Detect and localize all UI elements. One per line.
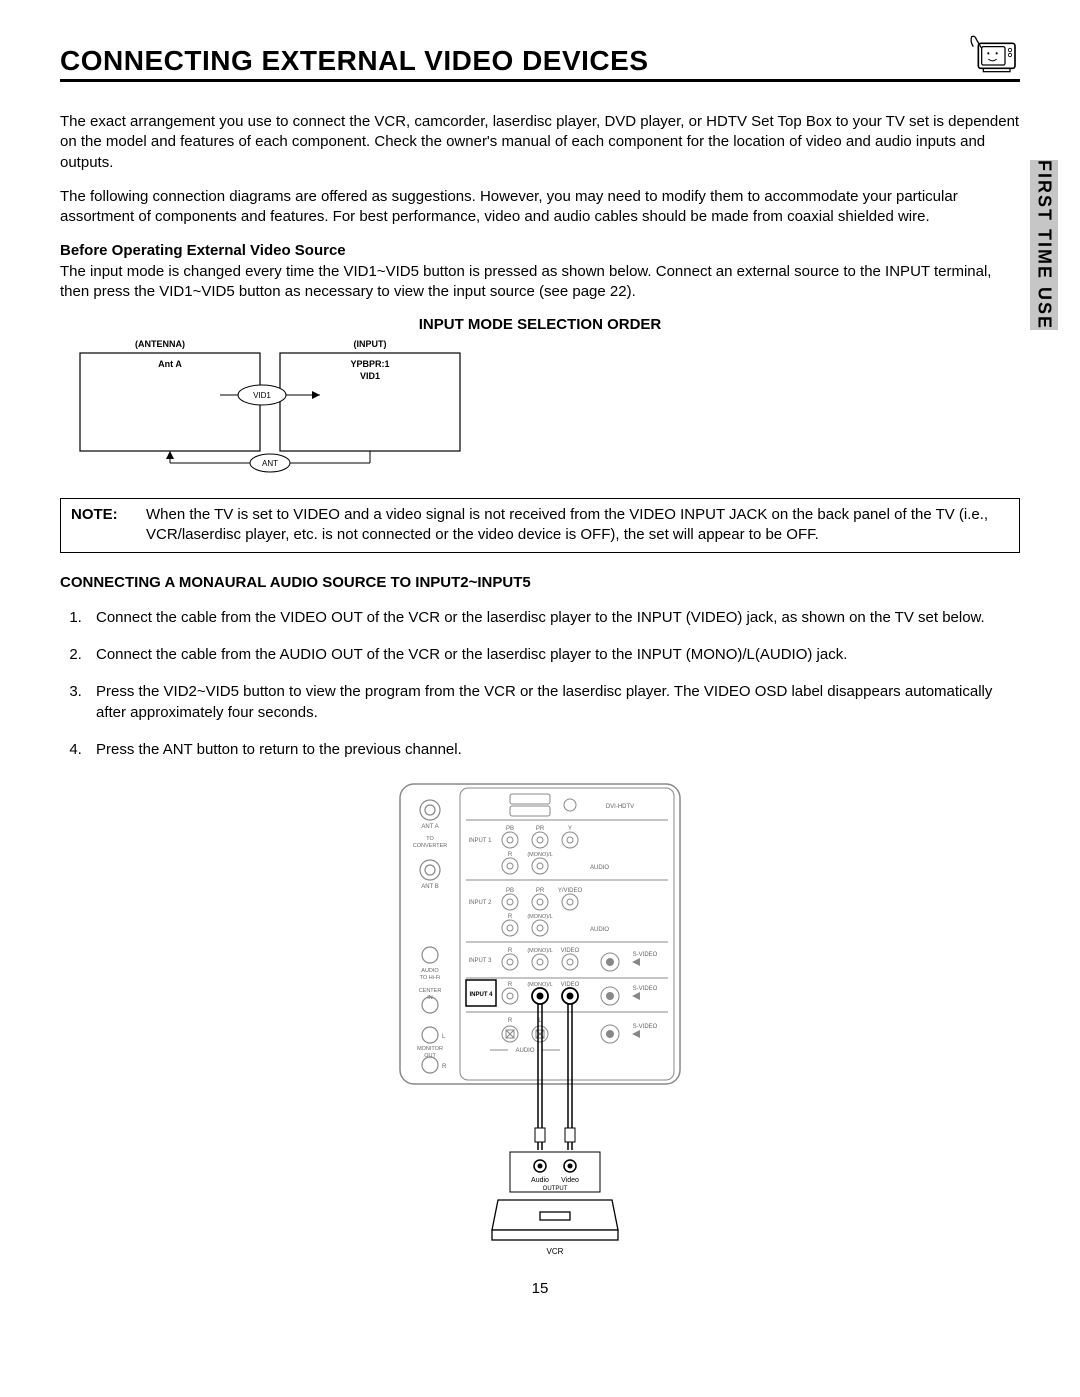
side-tab-label: FIRST TIME USE — [1034, 160, 1055, 330]
svg-text:R: R — [508, 1018, 513, 1024]
page-number: 15 — [60, 1280, 1020, 1297]
svg-text:Y: Y — [568, 826, 572, 832]
svg-text:R: R — [442, 1064, 447, 1070]
intro-para-2: The following connection diagrams are of… — [60, 187, 1020, 228]
svg-text:INPUT 4: INPUT 4 — [469, 992, 493, 998]
svg-text:VIDEO: VIDEO — [561, 948, 580, 954]
svg-text:(MONO)/L: (MONO)/L — [527, 982, 552, 988]
svg-text:L: L — [442, 1034, 446, 1040]
tv-cartoon-icon — [970, 30, 1020, 75]
svg-text:(MONO)/L: (MONO)/L — [527, 914, 552, 920]
svg-text:MONITOR: MONITOR — [417, 1046, 443, 1052]
subhead-monaural: CONNECTING A MONAURAL AUDIO SOURCE TO IN… — [60, 573, 1020, 593]
input-header: (INPUT) — [354, 339, 387, 349]
svg-text:S-VIDEO: S-VIDEO — [633, 952, 658, 958]
rear-panel-diagram: ANT A TO CONVERTER ANT B AUDIO TO Hi-Fi … — [390, 780, 690, 1260]
step-1: Connect the cable from the VIDEO OUT of … — [86, 607, 1020, 628]
note-label: NOTE: — [71, 505, 146, 546]
svg-text:(MONO)/L: (MONO)/L — [527, 852, 552, 858]
svg-text:Audio: Audio — [531, 1177, 549, 1184]
page-header: CONNECTING EXTERNAL VIDEO DEVICES — [60, 30, 1020, 82]
side-tab: FIRST TIME USE — [1030, 160, 1058, 330]
subhead-before-operating: Before Operating External Video Source — [60, 241, 1020, 261]
svg-text:Video: Video — [561, 1177, 579, 1184]
svg-text:(MONO)/L: (MONO)/L — [527, 948, 552, 954]
ant-a-label: Ant A — [158, 359, 182, 369]
svg-text:S-VIDEO: S-VIDEO — [633, 986, 658, 992]
svg-text:CENTER: CENTER — [419, 988, 442, 994]
vid1-label: VID1 — [360, 371, 380, 381]
svg-text:IN: IN — [427, 995, 433, 1001]
antenna-header: (ANTENNA) — [135, 339, 185, 349]
page-title: CONNECTING EXTERNAL VIDEO DEVICES — [60, 45, 649, 77]
svg-text:Y/VIDEO: Y/VIDEO — [558, 888, 583, 894]
svg-text:VCR: VCR — [547, 1247, 564, 1256]
svg-text:TO Hi-Fi: TO Hi-Fi — [420, 975, 441, 981]
svg-text:AUDIO: AUDIO — [590, 865, 609, 871]
svg-text:ANT B: ANT B — [421, 884, 439, 890]
svg-text:PB: PB — [506, 826, 514, 832]
svg-text:VIDEO: VIDEO — [561, 982, 580, 988]
svg-text:CONVERTER: CONVERTER — [413, 843, 447, 849]
svg-text:INPUT 3: INPUT 3 — [469, 958, 493, 964]
input-mode-diagram: (ANTENNA) (INPUT) Ant A YPBPR:1 VID1 VID… — [60, 335, 480, 475]
svg-text:ANT A: ANT A — [421, 824, 438, 830]
svg-text:OUTPUT: OUTPUT — [543, 1186, 568, 1192]
svg-text:TO: TO — [426, 836, 434, 842]
vid1-button-label: VID1 — [253, 391, 271, 400]
svg-text:R: R — [508, 948, 513, 954]
step-4: Press the ANT button to return to the pr… — [86, 739, 1020, 760]
step-3: Press the VID2~VID5 button to view the p… — [86, 681, 1020, 723]
note-text: When the TV is set to VIDEO and a video … — [146, 505, 1009, 546]
ant-button-label: ANT — [262, 459, 278, 468]
svg-text:AUDIO: AUDIO — [421, 968, 439, 974]
svg-text:R: R — [508, 982, 513, 988]
intro-para-1: The exact arrangement you use to connect… — [60, 112, 1020, 173]
svg-text:INPUT 1: INPUT 1 — [469, 838, 493, 844]
steps-list: Connect the cable from the VIDEO OUT of … — [60, 607, 1020, 760]
svg-text:AUDIO: AUDIO — [515, 1048, 534, 1054]
svg-text:PB: PB — [506, 888, 514, 894]
step-2: Connect the cable from the AUDIO OUT of … — [86, 644, 1020, 665]
svg-text:OUT: OUT — [424, 1053, 436, 1059]
before-operating-para: The input mode is changed every time the… — [60, 262, 1020, 303]
svg-text:INPUT 2: INPUT 2 — [469, 900, 493, 906]
svg-text:AUDIO: AUDIO — [590, 927, 609, 933]
note-box: NOTE: When the TV is set to VIDEO and a … — [60, 498, 1020, 553]
input-mode-title: INPUT MODE SELECTION ORDER — [60, 316, 1020, 333]
svg-text:PR: PR — [536, 826, 545, 832]
svg-text:PR: PR — [536, 888, 545, 894]
svg-text:S-VIDEO: S-VIDEO — [633, 1024, 658, 1030]
svg-text:DVI-HDTV: DVI-HDTV — [606, 804, 634, 810]
ypbpr-label: YPBPR:1 — [350, 359, 389, 369]
svg-text:R: R — [508, 852, 513, 858]
svg-text:R: R — [508, 914, 513, 920]
page: FIRST TIME USE CONNECTING EXTERNAL VIDEO… — [0, 0, 1080, 1317]
